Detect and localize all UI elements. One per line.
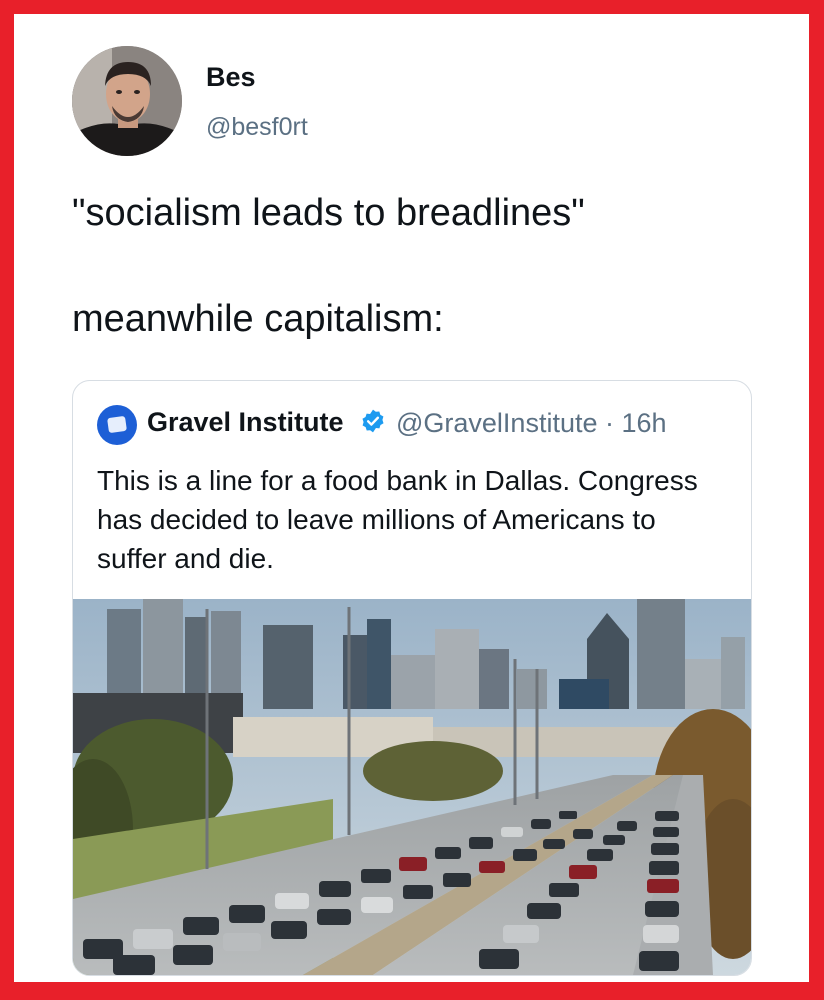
tweet-text: "socialism leads to breadlines" meanwhil… — [72, 186, 772, 346]
quoted-handle-time[interactable]: @GravelInstitute · 16h — [396, 408, 667, 439]
tweet-card: Bes @besf0rt "socialism leads to breadli… — [14, 14, 809, 982]
avatar[interactable] — [72, 46, 182, 156]
gravel-institute-logo-icon[interactable] — [97, 405, 137, 445]
tweet-text-line-2: meanwhile capitalism: — [72, 298, 444, 340]
author-handle[interactable]: @besf0rt — [206, 113, 308, 142]
verified-badge-icon — [362, 409, 384, 433]
quoted-tweet[interactable]: Gravel Institute @GravelInstitute · 16h … — [72, 380, 752, 976]
author-name[interactable]: Bes — [206, 62, 256, 93]
quoted-author-name[interactable]: Gravel Institute — [147, 407, 344, 438]
quoted-tweet-text: This is a line for a food bank in Dallas… — [97, 465, 698, 574]
dallas-food-bank-car-line-photo[interactable] — [73, 599, 751, 975]
tweet-text-line-1: "socialism leads to breadlines" — [72, 192, 585, 234]
